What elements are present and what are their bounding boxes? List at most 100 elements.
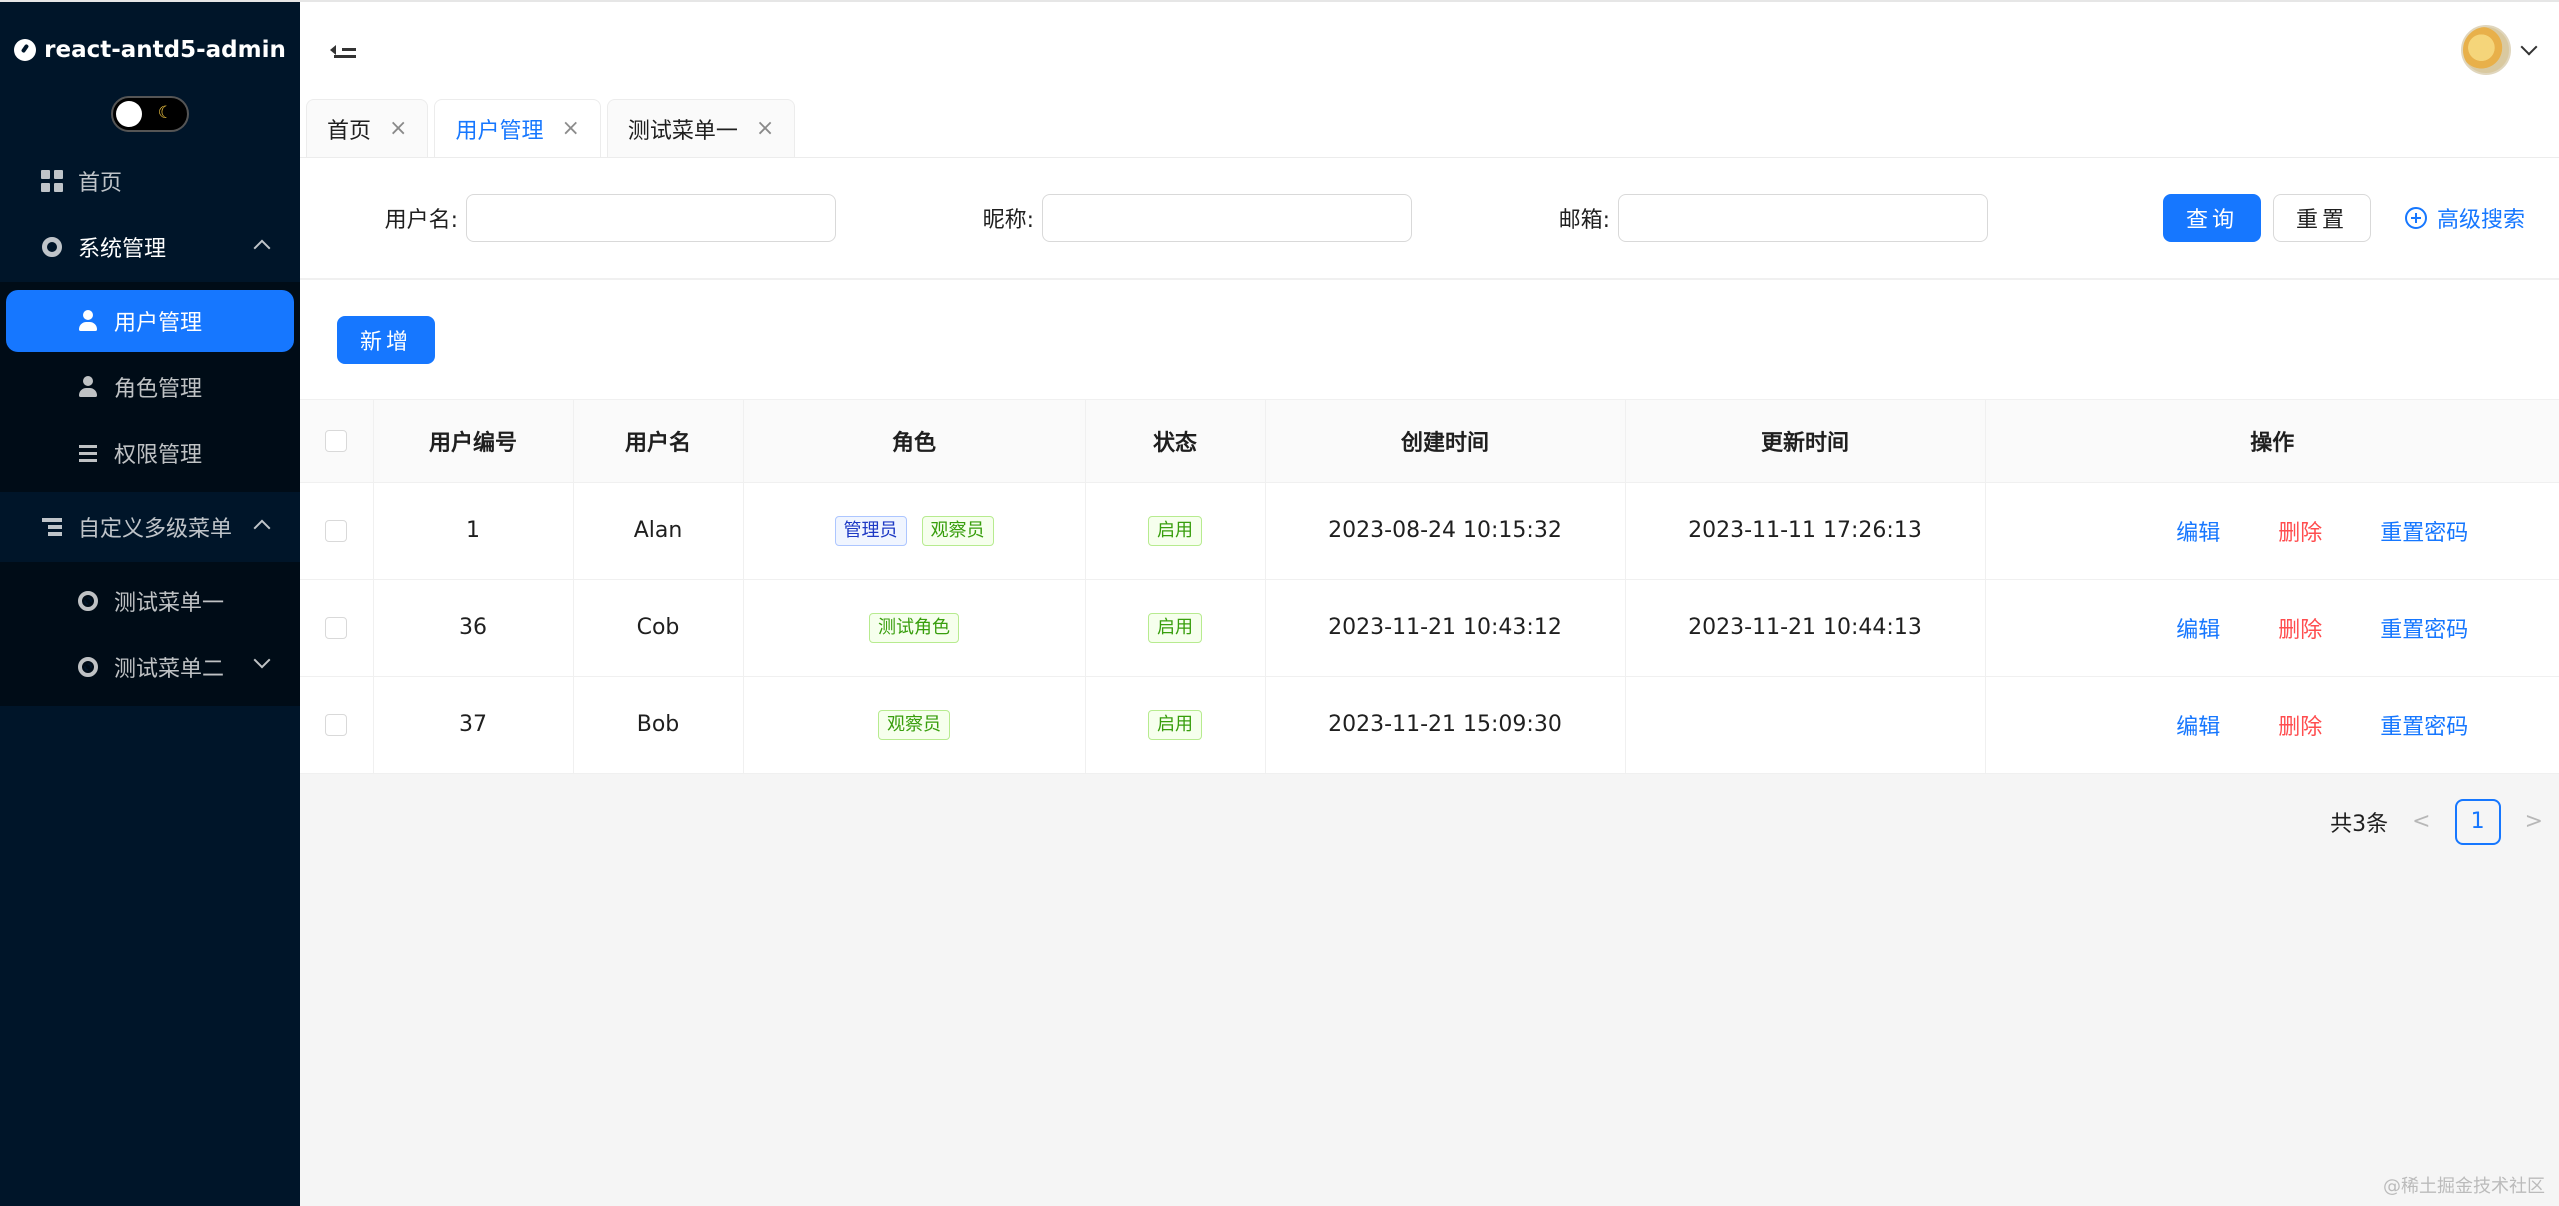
sidebar-item-test-menu-1[interactable]: 测试菜单一 (0, 570, 300, 632)
close-icon[interactable]: × (561, 116, 579, 141)
reset-password-link[interactable]: 重置密码 (2380, 612, 2468, 644)
avatar[interactable] (2461, 25, 2511, 75)
search-actions: 查询 重置 高级搜索 (2163, 194, 2525, 242)
edit-link[interactable]: 编辑 (2176, 515, 2220, 547)
row-checkbox[interactable] (325, 520, 348, 542)
sidebar-item-roles[interactable]: 角色管理 (0, 356, 300, 418)
sidebar-item-label: 角色管理 (114, 377, 203, 402)
username-label: 用户名: (384, 208, 458, 233)
tab-label: 测试菜单一 (627, 118, 738, 144)
table-row: 36 Cob 测试角色 启用 2023-11-21 10:43:12 2023-… (300, 579, 2559, 677)
tab-home[interactable]: 首页 × (306, 99, 429, 157)
email-input[interactable] (1618, 194, 1988, 242)
sidebar-item-permissions[interactable]: 权限管理 (0, 422, 300, 484)
app-root: react-antd5-admin ☾ 首页 系统管理 用户管理 角色管理 权限… (0, 0, 2559, 1206)
tree-icon (40, 515, 64, 539)
reset-password-link[interactable]: 重置密码 (2380, 515, 2468, 547)
close-icon[interactable]: × (389, 116, 407, 141)
page-1-button[interactable]: 1 (2454, 798, 2501, 845)
col-header-status: 状态 (1085, 400, 1266, 483)
status-badge: 启用 (1148, 709, 1202, 740)
dashboard-grid-icon (40, 169, 64, 193)
pagination: 共3条 < 1 > (300, 774, 2559, 870)
status-badge: 启用 (1148, 515, 1202, 546)
nickname-input[interactable] (1042, 194, 1412, 242)
email-label: 邮箱: (1558, 208, 1610, 233)
col-header-username: 用户名 (573, 400, 744, 483)
username-field: 用户名: (370, 194, 836, 242)
logo[interactable]: react-antd5-admin (0, 2, 300, 98)
chevron-down-icon (253, 651, 271, 669)
theme-toggle[interactable]: ☾ (111, 96, 189, 132)
sidebar-item-custom-menu[interactable]: 自定义多级菜单 (0, 496, 300, 558)
sidebar-item-label: 测试菜单一 (114, 591, 225, 616)
status-badge: 启用 (1148, 612, 1202, 643)
cell-created: 2023-11-21 15:09:30 (1265, 676, 1626, 774)
delete-link[interactable]: 删除 (2278, 515, 2322, 547)
col-header-actions: 操作 (1985, 400, 2559, 483)
tab-test-menu-1[interactable]: 测试菜单一 × (606, 99, 796, 157)
sidebar-menu: 首页 系统管理 用户管理 角色管理 权限管理 自定义多级菜单 测试菜单一 测试菜… (0, 150, 300, 706)
row-checkbox[interactable] (325, 714, 348, 736)
table-header-row: 用户编号 用户名 角色 状态 创建时间 更新时间 操作 (300, 400, 2559, 483)
close-icon[interactable]: × (756, 116, 774, 141)
next-page-icon[interactable]: > (2525, 809, 2543, 834)
users-table: 用户编号 用户名 角色 状态 创建时间 更新时间 操作 1 Alan 管理员 观… (300, 400, 2559, 774)
cell-role: 观察员 (743, 676, 1086, 774)
table-row: 1 Alan 管理员 观察员 启用 2023-08-24 10:15:32 20… (300, 482, 2559, 580)
query-button[interactable]: 查询 (2163, 194, 2262, 242)
role-tag: 观察员 (878, 709, 950, 740)
cell-username: Bob (573, 676, 744, 774)
sidebar: react-antd5-admin ☾ 首页 系统管理 用户管理 角色管理 权限… (0, 2, 300, 1206)
menu-fold-icon[interactable] (330, 39, 356, 61)
sidebar-item-home[interactable]: 首页 (0, 150, 300, 212)
edit-link[interactable]: 编辑 (2176, 612, 2220, 644)
sidebar-item-label: 权限管理 (114, 443, 203, 468)
reset-password-link[interactable]: 重置密码 (2380, 709, 2468, 741)
row-checkbox[interactable] (325, 617, 348, 639)
chevron-up-icon (253, 239, 271, 257)
toggle-knob (116, 101, 142, 127)
sidebar-item-test-menu-2[interactable]: 测试菜单二 (0, 636, 300, 698)
delete-link[interactable]: 删除 (2278, 709, 2322, 741)
cell-role: 测试角色 (743, 579, 1086, 677)
role-tag: 管理员 (834, 515, 907, 546)
delete-link[interactable]: 删除 (2278, 612, 2322, 644)
add-user-button[interactable]: 新增 (337, 315, 436, 364)
cell-created: 2023-08-24 10:15:32 (1265, 482, 1626, 580)
role-tag: 观察员 (921, 515, 994, 546)
col-header-updated: 更新时间 (1625, 400, 1986, 483)
email-field: 邮箱: (1522, 194, 1988, 242)
username-input[interactable] (466, 194, 836, 242)
select-all-cell (300, 400, 374, 483)
lifebuoy-icon (76, 655, 100, 679)
list-icon (76, 441, 100, 465)
cell-status: 启用 (1085, 676, 1266, 774)
cell-role: 管理员 观察员 (743, 482, 1086, 580)
logo-text: react-antd5-admin (44, 37, 286, 63)
sidebar-item-label: 用户管理 (114, 311, 203, 336)
tab-users[interactable]: 用户管理 × (434, 99, 601, 157)
prev-page-icon[interactable]: < (2412, 809, 2430, 834)
watermark: @稀土掘金技术社区 (2383, 1176, 2545, 1197)
advanced-search-label: 高级搜索 (2437, 208, 2526, 233)
search-form: 用户名: 昵称: 邮箱: 查询 重置 高级搜索 (300, 158, 2559, 280)
gear-icon (40, 235, 64, 259)
table-toolbar: 新增 (300, 280, 2559, 400)
user-menu[interactable] (2461, 25, 2538, 75)
plus-circle-icon (2405, 207, 2428, 229)
main-content: 首页 × 用户管理 × 测试菜单一 × 用户名: 昵称: 邮箱: 查询 重置 高… (300, 2, 2559, 1206)
submenu-system: 用户管理 角色管理 权限管理 (0, 282, 300, 492)
cell-id: 1 (373, 482, 574, 580)
select-all-checkbox[interactable] (325, 430, 348, 453)
sidebar-item-label: 测试菜单二 (114, 657, 225, 682)
reset-button[interactable]: 重置 (2273, 194, 2372, 242)
tabs-bar: 首页 × 用户管理 × 测试菜单一 × (300, 96, 2559, 158)
cell-status: 启用 (1085, 579, 1266, 677)
advanced-search-link[interactable]: 高级搜索 (2405, 202, 2525, 234)
edit-link[interactable]: 编辑 (2176, 709, 2220, 741)
header (300, 2, 2559, 98)
dashboard-icon (14, 39, 37, 61)
sidebar-item-system[interactable]: 系统管理 (0, 216, 300, 278)
sidebar-item-users[interactable]: 用户管理 (6, 290, 294, 352)
